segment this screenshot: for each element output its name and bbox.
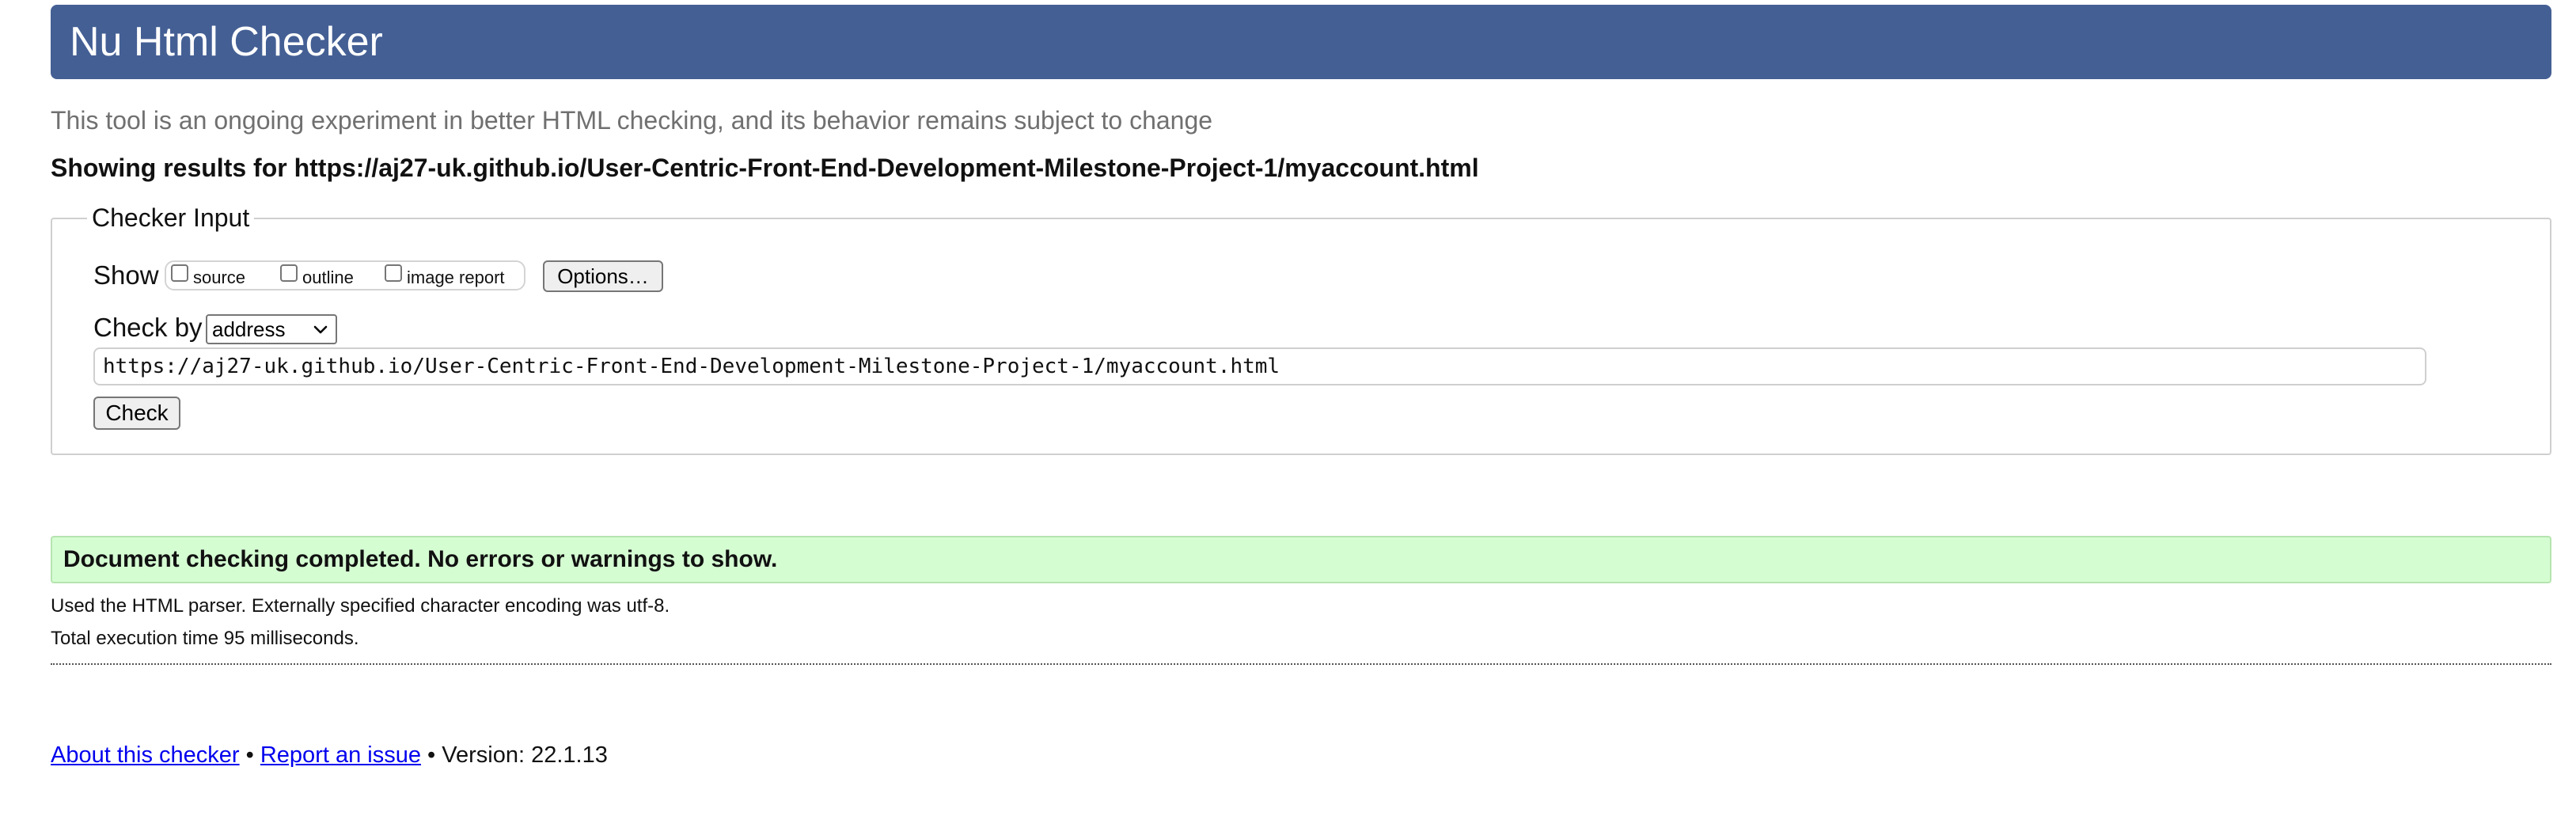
check-by-label: Check by (93, 313, 203, 342)
show-options-group: source outline image report (165, 260, 525, 290)
options-button[interactable]: Options… (543, 260, 663, 292)
show-outline-option[interactable]: outline (280, 262, 354, 289)
checker-input-legend: Checker Input (87, 203, 255, 233)
page-header: Nu Html Checker (51, 5, 2551, 79)
dotted-divider (51, 663, 2551, 665)
url-input[interactable]: https://aj27-uk.github.io/User-Centric-F… (93, 347, 2426, 385)
outline-checkbox-label: outline (302, 268, 354, 287)
about-checker-link[interactable]: About this checker (51, 742, 240, 768)
checker-page: Nu Html Checker This tool is an ongoing … (0, 0, 2576, 820)
page-title: Nu Html Checker (70, 19, 383, 65)
success-message: Document checking completed. No errors o… (51, 536, 2551, 583)
report-issue-link[interactable]: Report an issue (260, 742, 421, 768)
check-by-select[interactable]: address (206, 314, 337, 344)
image-report-checkbox[interactable] (385, 264, 402, 282)
footer-separator: • (420, 742, 442, 768)
outline-checkbox[interactable] (280, 264, 298, 282)
page-footer: About this checker • Report an issue • V… (51, 742, 608, 769)
checker-input-fieldset: Checker Input Show source outline image … (51, 203, 2551, 455)
footer-separator: • (239, 742, 260, 768)
check-by-selected-value: address (212, 317, 286, 341)
image-report-checkbox-label: image report (407, 268, 505, 287)
show-label: Show (93, 260, 159, 290)
parser-info: Used the HTML parser. Externally specifi… (51, 595, 670, 617)
chevron-down-icon (313, 325, 328, 334)
results-heading: Showing results for https://aj27-uk.gith… (51, 154, 1479, 182)
version-label: Version: 22.1.13 (442, 742, 608, 768)
tool-notice: This tool is an ongoing experiment in be… (51, 106, 1213, 135)
check-button[interactable]: Check (93, 397, 180, 430)
show-image-report-option[interactable]: image report (385, 262, 505, 289)
source-checkbox-label: source (193, 268, 246, 287)
show-source-option[interactable]: source (171, 262, 245, 289)
execution-time: Total execution time 95 milliseconds. (51, 628, 359, 649)
source-checkbox[interactable] (171, 264, 188, 282)
